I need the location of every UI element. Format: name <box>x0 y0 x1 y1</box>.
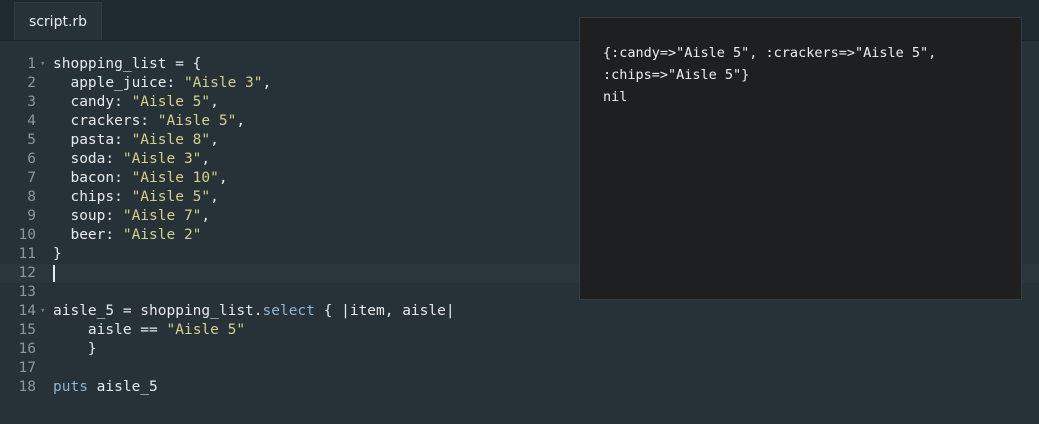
output-panel: {:candy=>"Aisle 5", :crackers=>"Aisle 5"… <box>579 17 1022 300</box>
code-token: , <box>262 75 272 91</box>
code-token: soda: <box>53 151 123 167</box>
method-token: select <box>262 303 315 319</box>
code-text: } <box>53 245 62 264</box>
code-line[interactable]: 14 ▾ aisle_5 = shopping_list.select { |ite… <box>0 302 1039 321</box>
code-text: puts aisle_5 <box>53 378 158 397</box>
string-token: "Aisle 5" <box>166 322 246 338</box>
code-token: , <box>210 189 219 205</box>
line-number: 14 <box>18 303 36 319</box>
code-token: aisle_5 <box>87 379 158 395</box>
line-number: 7 <box>27 170 36 186</box>
string-token: "Aisle 8" <box>131 132 211 148</box>
code-token: { |item, aisle| <box>314 303 455 319</box>
line-number: 13 <box>18 284 36 300</box>
code-token: shopping_list = { <box>53 56 202 72</box>
code-token: aisle_5 = shopping_list. <box>53 303 263 319</box>
code-text: candy: "Aisle 5", <box>53 93 219 112</box>
code-token: soup: <box>53 208 123 224</box>
code-text: pasta: "Aisle 8", <box>53 131 219 150</box>
code-token: , <box>210 132 219 148</box>
code-text: soup: "Aisle 7", <box>53 207 210 226</box>
line-number: 6 <box>27 151 36 167</box>
code-token: } <box>53 341 97 357</box>
code-text: crackers: "Aisle 5", <box>53 112 245 131</box>
line-number: 16 <box>18 341 36 357</box>
line-number: 15 <box>18 322 36 338</box>
code-token: , <box>218 170 228 186</box>
fold-arrow-icon[interactable]: ▾ <box>40 302 45 321</box>
code-token: chips: <box>53 189 132 205</box>
code-text: } <box>53 340 97 359</box>
line-number: 5 <box>27 132 36 148</box>
line-number: 9 <box>27 208 36 224</box>
line-number: 17 <box>18 360 36 376</box>
string-token: "Aisle 3" <box>183 75 263 91</box>
code-text: aisle_5 = shopping_list.select { |item, … <box>53 302 455 321</box>
string-token: "Aisle 2" <box>122 227 202 243</box>
code-token: aisle == <box>53 322 167 338</box>
string-token: "Aisle 3" <box>122 151 202 167</box>
code-text: soda: "Aisle 3", <box>53 150 210 169</box>
line-number: 3 <box>27 94 36 110</box>
code-token: , <box>210 94 219 110</box>
code-token: } <box>53 246 62 262</box>
code-token: , <box>201 208 211 224</box>
line-number: 10 <box>18 227 36 243</box>
line-number: 2 <box>27 75 36 91</box>
code-text <box>53 264 55 283</box>
line-number: 11 <box>18 246 36 262</box>
line-number: 8 <box>27 189 36 205</box>
code-line[interactable]: 16 } <box>0 340 1039 359</box>
code-token: apple_juice: <box>53 75 184 91</box>
code-token: , <box>201 151 211 167</box>
text-caret <box>53 265 55 282</box>
string-token: "Aisle 7" <box>122 208 202 224</box>
line-number: 18 <box>18 379 36 395</box>
code-text: aisle == "Aisle 5" <box>53 321 245 340</box>
code-token: crackers: <box>53 113 158 129</box>
string-token: "Aisle 5" <box>157 113 237 129</box>
code-line[interactable]: 18 puts aisle_5 <box>0 378 1039 397</box>
tab-script-rb[interactable]: script.rb <box>14 2 102 40</box>
string-token: "Aisle 10" <box>131 170 219 186</box>
code-text: chips: "Aisle 5", <box>53 188 219 207</box>
code-text: bacon: "Aisle 10", <box>53 169 228 188</box>
method-token: puts <box>53 379 88 395</box>
code-line[interactable]: 15 aisle == "Aisle 5" <box>0 321 1039 340</box>
code-token: bacon: <box>53 170 132 186</box>
code-token: candy: <box>53 94 132 110</box>
line-number: 1 <box>27 56 36 72</box>
string-token: "Aisle 5" <box>131 189 211 205</box>
code-token: , <box>236 113 246 129</box>
code-token: pasta: <box>53 132 132 148</box>
fold-arrow-icon[interactable]: ▾ <box>40 55 45 74</box>
line-number: 12 <box>18 265 36 281</box>
code-text: apple_juice: "Aisle 3", <box>53 74 271 93</box>
code-line[interactable]: 17 <box>0 359 1039 378</box>
string-token: "Aisle 5" <box>131 94 211 110</box>
line-number: 4 <box>27 113 36 129</box>
code-token: beer: <box>53 227 123 243</box>
code-text: shopping_list = { <box>53 55 201 74</box>
code-text: beer: "Aisle 2" <box>53 226 201 245</box>
